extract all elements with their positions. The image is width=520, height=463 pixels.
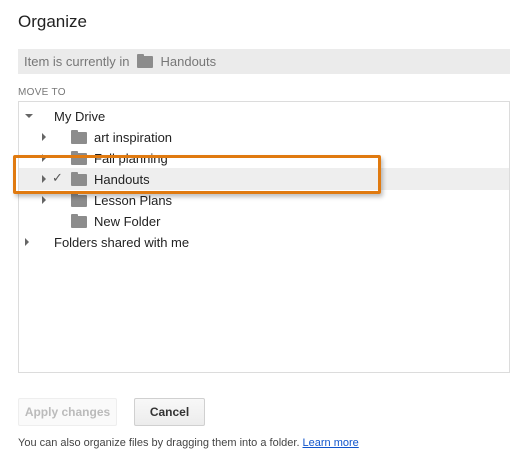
- tree-item-shared-with-me[interactable]: Folders shared with me: [19, 232, 509, 253]
- folder-icon: [71, 214, 87, 228]
- footer-text: You can also organize files by dragging …: [18, 437, 300, 449]
- cancel-button[interactable]: Cancel: [134, 398, 205, 426]
- tree-item-label: New Folder: [94, 214, 161, 229]
- folder-icon: [137, 53, 154, 68]
- apply-changes-button[interactable]: Apply changes: [18, 398, 117, 426]
- move-to-label: MOVE TO: [18, 87, 66, 98]
- folder-icon: [71, 193, 87, 207]
- folder-tree: My Drive art inspiration Fall planning ✓…: [18, 101, 510, 373]
- expand-arrow-right-icon[interactable]: [25, 238, 29, 246]
- footer-hint: You can also organize files by dragging …: [18, 437, 359, 449]
- dialog-title: Organize: [18, 12, 87, 31]
- learn-more-link[interactable]: Learn more: [303, 437, 359, 449]
- current-location-prefix: Item is currently in: [24, 54, 130, 69]
- expand-arrow-down-icon[interactable]: [25, 114, 33, 118]
- tree-item-label: My Drive: [54, 109, 106, 124]
- current-location-folder: Handouts: [160, 54, 217, 69]
- selection-highlight-box: [13, 155, 381, 194]
- tree-item-label: Folders shared with me: [54, 235, 190, 250]
- tree-item-label: Lesson Plans: [94, 193, 173, 208]
- folder-icon: [71, 130, 87, 144]
- tree-item-label: art inspiration: [94, 130, 173, 145]
- tree-item-art-inspiration[interactable]: art inspiration: [19, 127, 509, 148]
- tree-item-new-folder[interactable]: New Folder: [19, 211, 509, 232]
- expand-arrow-right-icon[interactable]: [42, 133, 46, 141]
- tree-item-my-drive[interactable]: My Drive: [19, 106, 509, 127]
- current-location-bar: Item is currently in Handouts: [18, 49, 510, 74]
- expand-arrow-right-icon[interactable]: [42, 196, 46, 204]
